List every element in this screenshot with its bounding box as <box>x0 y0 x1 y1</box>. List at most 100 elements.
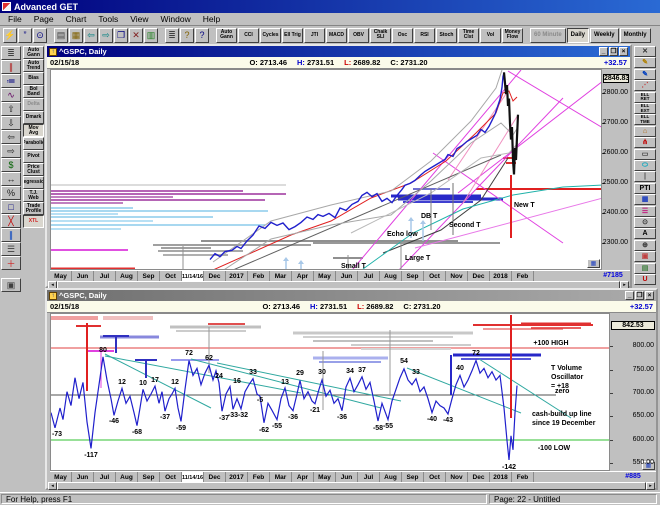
sidebar-tool-elliott-wave[interactable]: ∿ <box>1 88 21 102</box>
right-tool-film[interactable]: ▤ <box>634 263 656 274</box>
right-tool-rectangle-tool[interactable]: ▭ <box>634 149 656 160</box>
right-tool-zoom-in[interactable]: ⊙ <box>634 217 656 228</box>
toolbar-study-chaik-sli[interactable]: Chaik SLI <box>370 28 391 43</box>
menu-page[interactable]: Page <box>28 14 60 24</box>
right-tool-gann-angles[interactable]: ⌂ <box>634 126 656 137</box>
sidebar-tool-arrow-right[interactable]: ⇨ <box>1 144 21 158</box>
sidebar-tool-arrow-up[interactable]: ⇧ <box>1 102 21 116</box>
sidebar-tool-trendline[interactable]: ╳ <box>1 214 21 228</box>
toolbar-study-auto-gann[interactable]: Auto Gann <box>216 28 237 43</box>
sidebar-study-auto-trend[interactable]: Auto Trend <box>23 59 44 72</box>
close-button[interactable]: × <box>619 47 628 56</box>
scroll-thumb[interactable] <box>57 482 646 490</box>
oscillator-scrollbar[interactable]: ◂ ▸ <box>48 482 655 490</box>
price-plot-area[interactable]: Small TLarge TEcho lowDB TSecond TNew T … <box>50 69 602 270</box>
sidebar-tool-multi-line[interactable]: ∥ <box>1 228 21 242</box>
scroll-left-arrow[interactable]: ◂ <box>48 482 57 490</box>
sidebar-study-regression[interactable]: Regression <box>23 176 44 189</box>
minimize-button[interactable]: _ <box>599 47 608 56</box>
sidebar-study-parabolic[interactable]: Parabolic <box>23 137 44 150</box>
sidebar-study-dmark[interactable]: Dmark <box>23 111 44 124</box>
toolbar-button-quotes[interactable]: ” <box>18 28 32 43</box>
menu-tools[interactable]: Tools <box>92 14 124 24</box>
sidebar-tool-study[interactable]: ≔ <box>1 74 21 88</box>
sidebar-tool-levels[interactable]: ☰ <box>1 242 21 256</box>
sidebar-study-bias[interactable]: Bias <box>23 72 44 85</box>
toolbar-study-ell-trig[interactable]: Ell Trig <box>282 28 303 43</box>
sidebar-tool-snapshot[interactable]: ▣ <box>1 278 21 292</box>
toolbar-button-new-chart[interactable]: ▤ <box>54 28 68 43</box>
sidebar-study-trade-profile[interactable]: Trade Profile <box>23 202 44 215</box>
right-tool-pencil[interactable]: ✎ <box>634 57 656 68</box>
sidebar-tool-arrow-left[interactable]: ⇦ <box>1 130 21 144</box>
toolbar-button-help[interactable]: ? <box>180 28 194 43</box>
toolbar-button-copy-chart[interactable]: ▥ <box>144 28 158 43</box>
menu-file[interactable]: File <box>2 14 28 24</box>
chart-properties-button[interactable]: ▦ <box>587 259 600 268</box>
restore-button[interactable]: ❐ <box>609 47 618 56</box>
sidebar-study-t-j-web[interactable]: T.J. Web <box>23 189 44 202</box>
sidebar-study-auto-gann[interactable]: Auto Gann <box>23 46 44 59</box>
price-date-axis[interactable]: MayJunJulAugSepOct11/14/16Dec2017FebMarA… <box>50 270 630 281</box>
sidebar-tool-arrow-down[interactable]: ⇩ <box>1 116 21 130</box>
sidebar-study-pivot[interactable]: Pivot <box>23 150 44 163</box>
sidebar-study-delta[interactable]: Delta <box>23 98 44 111</box>
toolbar-button-forward[interactable]: ⇨ <box>99 28 113 43</box>
right-tool-magnify[interactable]: ⊕ <box>634 240 656 251</box>
toolbar-study-rsi[interactable]: RSI <box>414 28 435 43</box>
right-tool-pitchfork[interactable]: ⋔ <box>634 137 656 148</box>
right-tool-delete-tool[interactable]: ✕ <box>634 46 656 57</box>
right-tool-undo[interactable]: U <box>634 274 656 285</box>
toolbar-study-obv[interactable]: OBV <box>348 28 369 43</box>
toolbar-study-time-clst[interactable]: Time Clst <box>458 28 479 43</box>
right-tool-text-tool[interactable]: A <box>634 228 656 239</box>
menu-window[interactable]: Window <box>154 14 196 24</box>
toolbar-button-tile-chart[interactable]: ❐ <box>114 28 128 43</box>
timeframe-daily[interactable]: Daily <box>567 28 589 43</box>
sidebar-tool-crosshair[interactable]: ＋ <box>1 256 21 270</box>
right-tool-color-bars[interactable]: ☰ <box>634 206 656 217</box>
oscillator-axis[interactable]: ▦ 842.53800.00750.00700.00650.00600.0055… <box>610 313 656 471</box>
sidebar-study-bol-band[interactable]: Bol Band <box>23 85 44 98</box>
toolbar-study-jti[interactable]: JTI <box>304 28 325 43</box>
toolbar-button-close-chart[interactable]: ✕ <box>129 28 143 43</box>
sidebar-tool-page-setup[interactable]: ≣ <box>1 46 21 60</box>
timeframe-60-minute[interactable]: 60 Minute <box>530 28 566 43</box>
sidebar-study-price-clust[interactable]: Price Clust <box>23 163 44 176</box>
right-tool-palette[interactable]: ▣ <box>634 251 656 262</box>
menu-help[interactable]: Help <box>197 14 226 24</box>
toolbar-button-context-help[interactable]: ? <box>195 28 209 43</box>
scroll-right-arrow[interactable]: ▸ <box>646 482 655 490</box>
right-tool-pti[interactable]: PTI <box>634 183 656 194</box>
toolbar-study-osc[interactable]: Osc <box>392 28 413 43</box>
close-button[interactable]: × <box>645 291 654 300</box>
sidebar-tool-bar-spacing[interactable]: ↔ <box>1 172 21 186</box>
sidebar-tool-price-scale[interactable]: $ <box>1 158 21 172</box>
sidebar-study-mov-avg[interactable]: Mov Avg <box>23 124 44 137</box>
right-tool-elliott-time[interactable]: ELLTME <box>634 114 656 125</box>
right-tool-parallel-lines[interactable]: ∥ <box>634 171 656 182</box>
restore-button[interactable]: ❐ <box>635 291 644 300</box>
oscillator-plot-area[interactable]: -73-11780-4612-681017-3712-59726224-3716… <box>50 313 610 471</box>
right-tool-elliott-extension[interactable]: ELLEXT <box>634 103 656 114</box>
toolbar-button-print[interactable]: ≣ <box>165 28 179 43</box>
right-tool-elliott-retracement[interactable]: ELLRET <box>634 92 656 103</box>
minimize-button[interactable]: _ <box>625 291 634 300</box>
right-tool-grid[interactable]: ▦ <box>634 194 656 205</box>
toolbar-button-expert[interactable]: ⚡ <box>3 28 17 43</box>
toolbar-button-zoom-tool[interactable]: ⊙ <box>33 28 47 43</box>
timeframe-weekly[interactable]: Weekly <box>590 28 619 43</box>
oscillator-date-axis[interactable]: MayJunJulAugSepOct11/14/16Dec2017FebMarA… <box>50 471 656 482</box>
sidebar-tool-frame[interactable]: □ <box>1 200 21 214</box>
right-tool-pencil-blue[interactable]: ✎ <box>634 69 656 80</box>
toolbar-button-back[interactable]: ⇦ <box>84 28 98 43</box>
price-window-title-bar[interactable]: ↑ ^GSPC, Daily _ ❐ × <box>47 46 630 57</box>
oscillator-window-title-bar[interactable]: ↑ ^GSPC, Daily _ ❐ × <box>47 290 656 301</box>
toolbar-study-stoch[interactable]: Stoch <box>436 28 457 43</box>
right-tool-fan-lines[interactable]: ⋰ <box>634 80 656 91</box>
toolbar-study-vol[interactable]: Vol <box>480 28 501 43</box>
toolbar-study-cci[interactable]: CCI <box>238 28 259 43</box>
toolbar-study-money-flow[interactable]: Money Flow <box>502 28 523 43</box>
toolbar-study-cycles[interactable]: Cycles <box>260 28 281 43</box>
sidebar-tool-percent[interactable]: % <box>1 186 21 200</box>
